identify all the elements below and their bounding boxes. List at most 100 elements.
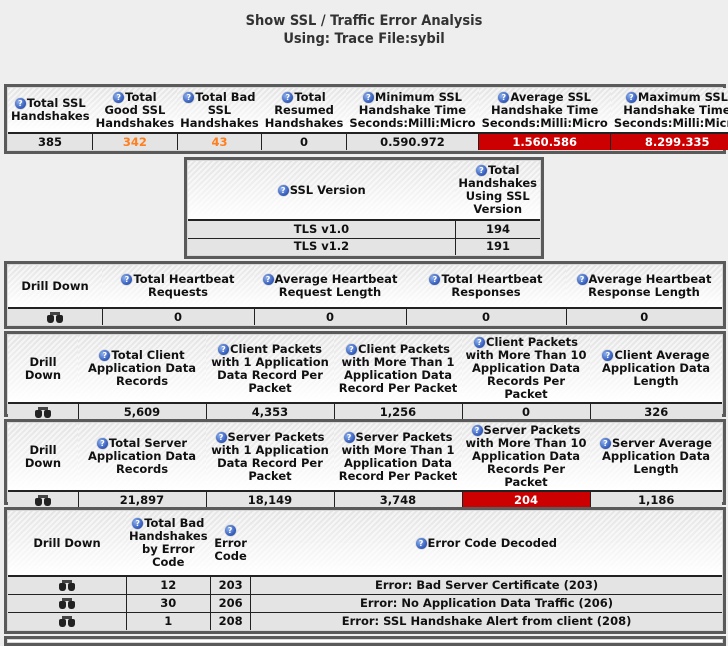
- help-icon[interactable]: ?: [362, 91, 374, 103]
- help-icon[interactable]: ?: [113, 91, 125, 103]
- drill-down-button[interactable]: [8, 575, 127, 596]
- ssl-version-panel: ? SSL Version ? Total Handshakes Using SSL…: [184, 157, 544, 259]
- binoculars-icon: [58, 616, 75, 628]
- help-icon[interactable]: ?: [262, 274, 274, 285]
- help-icon[interactable]: ?: [471, 425, 483, 436]
- header-server-packets-1-record: ? Server Packets with 1 Application Data …: [206, 423, 334, 492]
- help-icon[interactable]: ?: [600, 438, 611, 449]
- header-error-code-decoded: ? Error Code Decoded: [250, 511, 722, 578]
- drill-down-button[interactable]: [8, 594, 127, 614]
- binoculars-icon: [46, 311, 63, 323]
- help-icon[interactable]: ?: [99, 350, 111, 361]
- table-row: 12 203 Error: Bad Server Certificate (20…: [8, 575, 722, 596]
- help-icon[interactable]: ?: [429, 274, 441, 285]
- error-count: 30: [125, 594, 212, 614]
- header-drill-down: Drill Down: [8, 423, 78, 492]
- help-icon[interactable]: ?: [277, 184, 289, 196]
- error-code: 206: [210, 594, 252, 614]
- client-app-data-panel: Drill Down ? Total Client Application Dat…: [4, 331, 726, 420]
- header-bad-handshakes-by-error-code: ? Total Bad Handshakes by Error Code: [126, 511, 211, 578]
- value-total-heartbeat-requests: 0: [101, 307, 255, 325]
- help-icon[interactable]: ?: [475, 165, 487, 177]
- value-total-client-app-records: 5,609: [77, 402, 207, 420]
- help-icon[interactable]: ?: [474, 337, 485, 348]
- error-decoded: Error: No Application Data Traffic (206): [250, 594, 722, 614]
- error-code: 203: [210, 575, 252, 596]
- table-row: TLS v1.0 194: [188, 219, 540, 239]
- help-icon[interactable]: ?: [282, 91, 294, 103]
- drill-down-button[interactable]: [8, 612, 127, 630]
- value-client-packets-more-than-1: 1,256: [333, 402, 463, 420]
- help-icon[interactable]: ?: [346, 343, 357, 355]
- error-code-panel: Drill Down ? Total Bad Handshakes by Erro…: [4, 507, 726, 634]
- value-max-handshake-time: 8.299.335: [610, 132, 728, 150]
- drill-down-button[interactable]: [8, 490, 79, 508]
- help-icon[interactable]: ?: [96, 438, 108, 449]
- value-total-ssl-handshakes: 385: [8, 132, 94, 150]
- help-icon[interactable]: ?: [602, 350, 614, 361]
- header-total-heartbeat-requests: ? Total Heartbeat Requests: [102, 265, 254, 309]
- binoculars-icon: [58, 580, 75, 592]
- help-icon[interactable]: ?: [14, 98, 26, 109]
- help-icon[interactable]: ?: [625, 91, 637, 103]
- server-app-data-panel: Drill Down ? Total Server Application Dat…: [4, 419, 726, 508]
- error-count: 12: [125, 575, 212, 596]
- help-icon[interactable]: ?: [121, 274, 133, 285]
- header-ssl-version: ? SSL Version: [188, 161, 456, 222]
- value-client-packets-more-than-10: 0: [461, 402, 591, 420]
- value-avg-heartbeat-request-length: 0: [253, 307, 407, 325]
- header-drill-down: Drill Down: [8, 511, 126, 578]
- help-icon[interactable]: ?: [576, 274, 588, 285]
- header-error-code: ? Error Code: [210, 511, 251, 578]
- help-icon[interactable]: ?: [132, 518, 144, 530]
- header-server-packets-more-than-10: ? Server Packets with More Than 10 Applic…: [462, 423, 590, 492]
- header-avg-heartbeat-response-length: ? Average Heartbeat Response Length: [566, 265, 722, 309]
- header-total-client-app-records: ? Total Client Application Data Records: [78, 335, 206, 404]
- value-server-packets-more-than-1: 3,748: [333, 490, 463, 508]
- title-line-1: Show SSL / Traffic Error Analysis: [245, 13, 483, 29]
- value-server-packets-1-record: 18,149: [205, 490, 335, 508]
- drill-down-button[interactable]: [8, 402, 79, 420]
- value-server-packets-more-than-10: 204: [461, 490, 591, 508]
- error-decoded: Error: Bad Server Certificate (203): [250, 575, 722, 596]
- value-server-avg-app-data-length: 1,186: [589, 490, 722, 508]
- help-icon[interactable]: ?: [183, 91, 195, 103]
- heartbeat-panel: Drill Down ? Total Heartbeat Requests ? Av…: [4, 261, 726, 329]
- value-total-server-app-records: 21,897: [77, 490, 207, 508]
- next-panel-edge: [4, 636, 726, 646]
- title-line-2: Using: Trace File:sybil: [283, 31, 445, 47]
- help-icon[interactable]: ?: [215, 431, 227, 443]
- value-total-bad-ssl-handshakes: 43: [176, 132, 263, 150]
- table-row: TLS v1.2 191: [188, 237, 540, 255]
- ssl-version-name: TLS v1.0: [188, 219, 456, 239]
- error-decoded: Error: SSL Handshake Alert from client (…: [250, 612, 722, 630]
- header-total-good-ssl-handshakes: ? Total Good SSL Handshakes: [92, 88, 178, 134]
- value-avg-handshake-time: 1.560.586: [478, 132, 612, 150]
- header-total-ssl-handshakes: ? Total SSL Handshakes: [8, 88, 93, 134]
- error-count: 1: [125, 612, 212, 630]
- header-client-packets-more-than-1: ? Client Packets with More Than 1 Applica…: [334, 335, 462, 404]
- page-title: Show SSL / Traffic Error Analysis Using:…: [0, 12, 728, 48]
- value-total-heartbeat-responses: 0: [405, 307, 567, 325]
- server-app-data-table: Drill Down ? Total Server Application Dat…: [8, 423, 722, 508]
- drill-down-button[interactable]: [8, 307, 103, 325]
- header-drill-down: Drill Down: [8, 335, 78, 404]
- help-icon[interactable]: ?: [218, 343, 229, 355]
- value-min-handshake-time: 0.590.972: [345, 132, 480, 150]
- header-client-packets-more-than-10: ? Client Packets with More Than 10 Applic…: [462, 335, 590, 404]
- binoculars-icon: [34, 406, 51, 418]
- help-icon[interactable]: ?: [498, 91, 510, 103]
- help-icon[interactable]: ?: [224, 524, 236, 536]
- binoculars-icon: [58, 598, 75, 610]
- ssl-version-count: 194: [454, 219, 540, 239]
- client-app-data-table: Drill Down ? Total Client Application Dat…: [8, 335, 722, 420]
- header-total-server-app-records: ? Total Server Application Data Records: [78, 423, 206, 492]
- help-icon[interactable]: ?: [343, 431, 355, 443]
- header-client-packets-1-record: ? Client Packets with 1 Application Data …: [206, 335, 334, 404]
- help-icon[interactable]: ?: [415, 537, 427, 549]
- header-drill-down: Drill Down: [8, 265, 102, 309]
- header-client-avg-app-data-length: ? Client Average Application Data Length: [590, 335, 722, 404]
- header-server-avg-app-data-length: ? Server Average Application Data Length: [590, 423, 722, 492]
- header-server-packets-more-than-1: ? Server Packets with More Than 1 Applica…: [334, 423, 462, 492]
- value-client-avg-app-data-length: 326: [589, 402, 722, 420]
